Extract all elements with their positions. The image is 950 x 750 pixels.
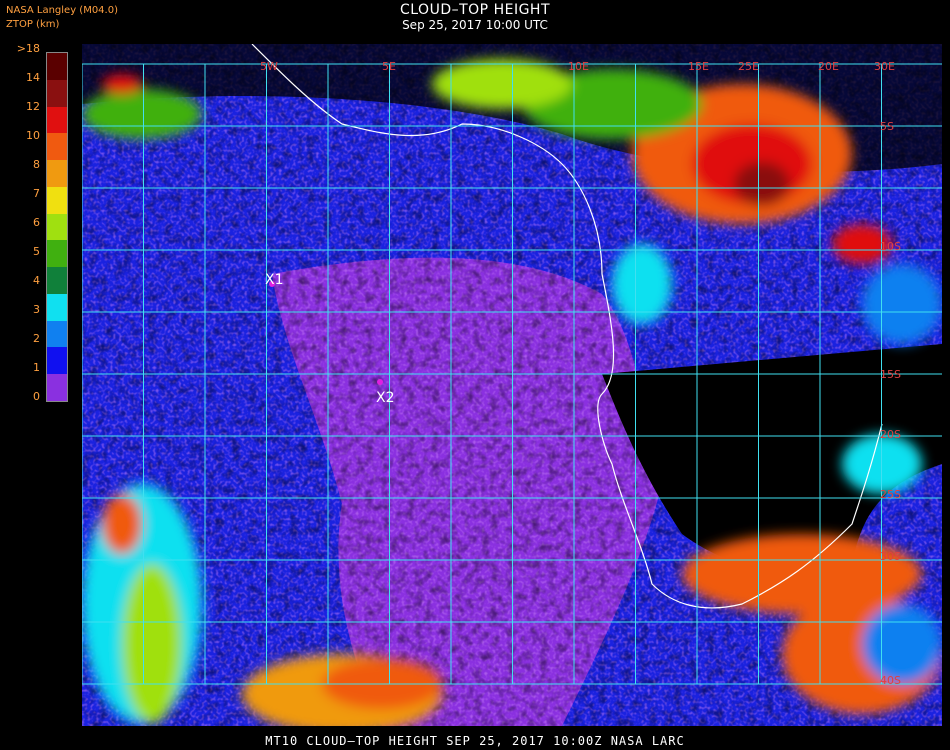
grid-label: 5S [880, 120, 894, 133]
grid-label: 25S [880, 488, 901, 501]
legend-swatch [47, 213, 67, 241]
legend-swatch [47, 133, 67, 161]
grid-label: 5E [382, 60, 396, 73]
grid-label: 15E [688, 60, 709, 73]
legend-label: 5 [33, 245, 40, 258]
grid-label: 20S [880, 428, 901, 441]
grid-label: 15S [880, 368, 901, 381]
legend-label: 3 [33, 303, 40, 316]
grid-label: 5W [260, 60, 278, 73]
legend-swatch [47, 106, 67, 134]
title-block: CLOUD–TOP HEIGHT Sep 25, 2017 10:00 UTC [0, 2, 950, 32]
legend-swatch [47, 347, 67, 375]
grid-label: 30S [880, 550, 901, 563]
legend-swatch [47, 267, 67, 294]
marker-x2-label: X2 [376, 390, 395, 406]
legend-label: 7 [33, 187, 40, 200]
legend-swatch [47, 53, 67, 80]
legend-label: >18 [16, 42, 40, 55]
grid-label: 30E [874, 60, 895, 73]
legend-label: 14 [26, 71, 40, 84]
grid-label: 25E [738, 60, 759, 73]
legend-swatch [47, 160, 67, 187]
footer-caption: MT10 CLOUD–TOP HEIGHT SEP 25, 2017 10:00… [265, 734, 685, 748]
grid-label: 10E [568, 60, 589, 73]
cloud-top-map: 5W 5E 10E 15E 20E 25E 30E 5S 10S 15S 20S… [82, 44, 942, 726]
legend-label: 2 [33, 332, 40, 345]
legend-label: 0 [33, 390, 40, 403]
legend-label: 10 [26, 129, 40, 142]
marker-x2-dot [377, 379, 383, 385]
legend-swatch [47, 186, 67, 214]
map-title: CLOUD–TOP HEIGHT [399, 2, 551, 18]
grid-label: 40S [880, 674, 901, 687]
grid-label: 10S [880, 240, 901, 253]
legend-label: 4 [33, 274, 40, 287]
color-legend [46, 52, 68, 402]
legend-label: 8 [33, 158, 40, 171]
marker-x1-label: X1 [265, 272, 284, 288]
legend-label: 1 [33, 361, 40, 374]
legend-label: 12 [26, 100, 40, 113]
legend-swatch [47, 79, 67, 107]
grid-label: 20E [818, 60, 839, 73]
map-canvas: 5W 5E 10E 15E 20E 25E 30E 5S 10S 15S 20S… [82, 44, 942, 726]
legend-swatch [47, 374, 67, 401]
legend-swatch [47, 293, 67, 321]
legend-swatch [47, 240, 67, 268]
map-timestamp: Sep 25, 2017 10:00 UTC [402, 18, 548, 32]
legend-swatch [47, 320, 67, 348]
legend-label: 6 [33, 216, 40, 229]
